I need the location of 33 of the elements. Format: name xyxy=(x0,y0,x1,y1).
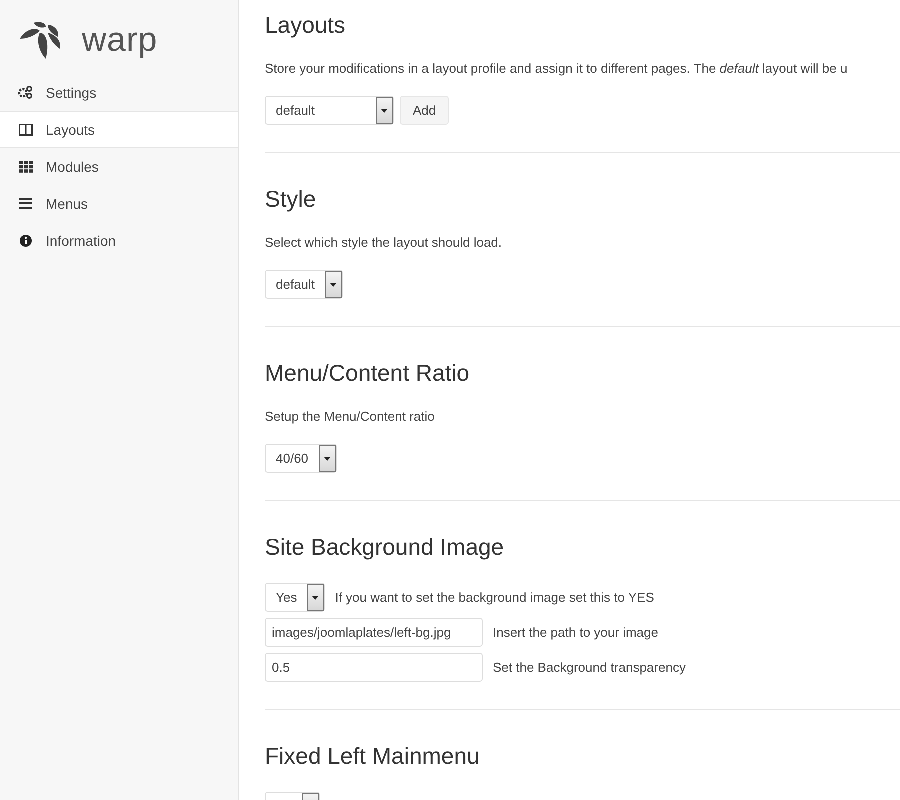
section-title: Style xyxy=(265,186,318,213)
dropdown[interactable]: Yes xyxy=(265,583,326,612)
field-hint: Set the Background transparency xyxy=(493,660,686,675)
field-hint: Insert the path to your image xyxy=(493,625,658,640)
caret-icon xyxy=(312,596,320,600)
sidebar-item[interactable]: Settings xyxy=(0,74,238,111)
sidebar-item[interactable]: Layouts xyxy=(0,111,238,148)
section-title: Fixed Left Mainmenu xyxy=(265,743,481,770)
sidebar-item[interactable]: Information xyxy=(0,222,238,259)
dropdown[interactable]: default xyxy=(265,270,344,299)
dropdown[interactable]: default xyxy=(265,96,394,125)
sidebar-item[interactable]: Modules xyxy=(0,148,238,185)
info-icon xyxy=(20,234,32,246)
field-hint: If you want to set the background image set this to YES xyxy=(335,590,654,605)
section-description: Setup the Menu/Content ratio xyxy=(265,409,436,424)
section-title: Site Background Image xyxy=(265,534,506,561)
section-description: Store your modifications in a layout profile and assign it to different pages. The default layout will be u xyxy=(265,61,849,76)
sidebar-item[interactable]: Menus xyxy=(0,185,238,222)
input-field[interactable]: images/joomlaplates/left-bg.jpg xyxy=(265,618,483,647)
gears-icon xyxy=(18,86,33,99)
menu-icon xyxy=(19,198,32,209)
add-button[interactable]: Add xyxy=(400,96,450,125)
section-title: Layouts xyxy=(265,12,347,39)
caret-icon xyxy=(324,456,331,460)
section-description: Select which style the layout should load. xyxy=(265,235,504,250)
caret-icon xyxy=(330,282,338,286)
input-field[interactable]: 0.5 xyxy=(265,653,483,682)
caret-icon xyxy=(381,108,388,112)
section-title: Menu/Content Ratio xyxy=(265,360,471,387)
grid-icon xyxy=(18,160,32,172)
logo-text: warp xyxy=(82,20,158,60)
dropdown[interactable]: 40/60 xyxy=(265,444,337,473)
columns-icon xyxy=(18,124,32,136)
